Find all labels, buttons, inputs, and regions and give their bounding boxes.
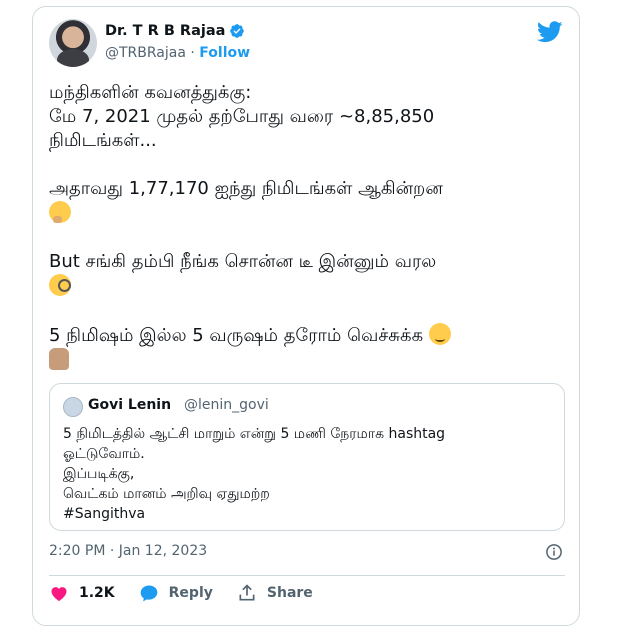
tweet-line: நிமிடங்கள்... xyxy=(49,130,157,151)
tweet-line: மே 7, 2021 முதல் தற்போது வரை ~8,85,850 xyxy=(49,106,435,127)
tweet-card: Dr. T R B Rajaa @TRBRajaa · Follow மந்தி… xyxy=(32,6,580,626)
handle-separator: · xyxy=(190,45,195,61)
verified-badge-icon xyxy=(230,24,245,38)
reply-button[interactable]: Reply xyxy=(139,583,213,603)
divider xyxy=(49,575,565,576)
author-name[interactable]: Dr. T R B Rajaa xyxy=(105,23,225,39)
tweet-body: மந்திகளின் கவனத்துக்கு: மே 7, 2021 முதல்… xyxy=(49,81,569,373)
quoted-line[interactable]: #Sangithva xyxy=(63,504,553,524)
thinking-face-icon xyxy=(49,201,71,223)
share-button[interactable]: Share xyxy=(237,583,313,603)
twitter-bird-icon[interactable] xyxy=(537,21,563,43)
info-icon[interactable] xyxy=(545,543,563,561)
quoted-author-avatar[interactable] xyxy=(63,397,83,417)
tweet-line: But சங்கி தம்பி நீங்க சொன்ன டீ இன்னும் வ… xyxy=(49,251,437,272)
quoted-tweet[interactable]: Govi Lenin @lenin_govi 5 நிமிடத்தில் ஆட்… xyxy=(49,383,565,531)
like-count: 1.2K xyxy=(79,585,115,601)
quoted-author-handle[interactable]: @lenin_govi xyxy=(184,397,269,413)
author-handle[interactable]: @TRBRajaa xyxy=(105,45,186,61)
like-button[interactable]: 1.2K xyxy=(49,583,115,603)
author-handle-row: @TRBRajaa · Follow xyxy=(105,45,250,61)
quoted-line: ஓட்டுவோம். xyxy=(63,446,145,462)
speech-bubble-icon xyxy=(140,585,157,602)
thumbs-up-icon xyxy=(49,348,69,370)
quoted-line: இப்படிக்கு, xyxy=(63,466,135,482)
tweet-timestamp[interactable]: 2:20 PM · Jan 12, 2023 xyxy=(49,543,207,559)
heart-icon xyxy=(51,587,67,601)
follow-button[interactable]: Follow xyxy=(199,45,250,61)
reply-label: Reply xyxy=(168,585,213,601)
face-with-monocle-icon xyxy=(49,274,71,296)
quoted-tweet-body: 5 நிமிடத்தில் ஆட்சி மாறும் என்று 5 மணி ந… xyxy=(63,424,553,524)
action-bar: 1.2K Reply Share xyxy=(49,583,313,603)
winking-face-icon xyxy=(428,323,451,345)
quoted-line: வெட்கம் மானம் அறிவு ஏதுமற்ற xyxy=(63,486,270,502)
quoted-line: 5 நிமிடத்தில் ஆட்சி மாறும் என்று 5 மணி ந… xyxy=(63,426,446,442)
author-name-row[interactable]: Dr. T R B Rajaa xyxy=(105,23,245,39)
tweet-line: மந்திகளின் கவனத்துக்கு: xyxy=(49,82,252,103)
tweet-line: அதாவது 1,77,170 ஐந்து நிமிடங்கள் ஆகின்றன xyxy=(49,178,443,199)
author-avatar[interactable] xyxy=(49,19,97,67)
share-label: Share xyxy=(266,585,313,601)
share-upload-icon xyxy=(239,584,255,601)
quoted-author-name[interactable]: Govi Lenin xyxy=(88,397,171,413)
tweet-line: 5 நிமிஷம் இல்ல 5 வருஷம் தரோம் வெச்சுக்க xyxy=(49,325,424,346)
